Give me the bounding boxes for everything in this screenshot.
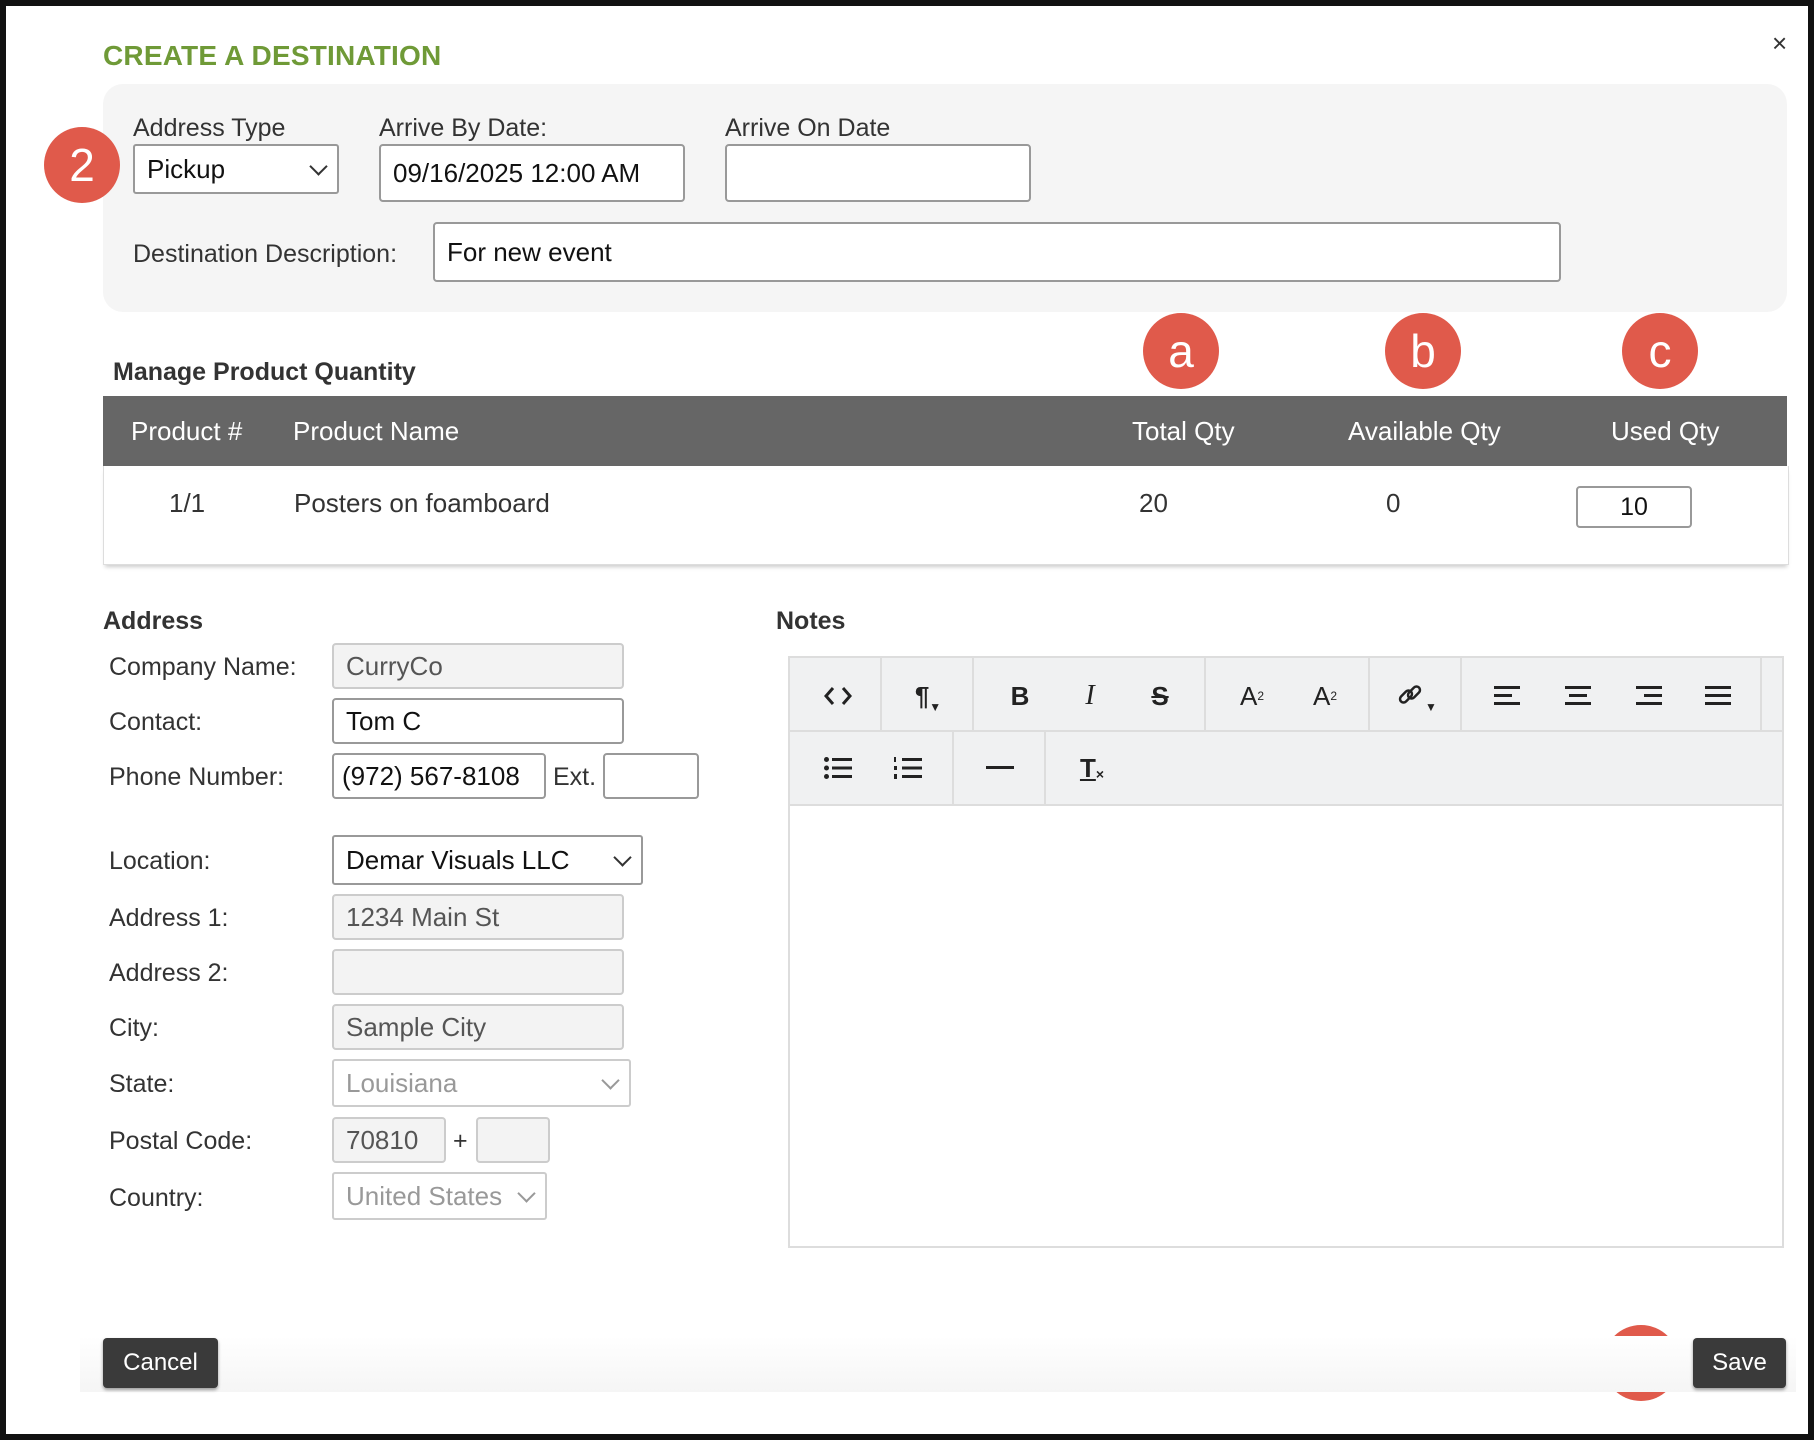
phone-field[interactable]: (972) 567-8108 xyxy=(332,753,546,799)
horizontal-rule-icon[interactable] xyxy=(970,738,1030,798)
column-header: Product # xyxy=(131,416,243,446)
column-header: Available Qty xyxy=(1348,416,1501,446)
location-label: Location: xyxy=(109,847,211,875)
country-select[interactable]: United States xyxy=(332,1172,547,1220)
toolbar-divider xyxy=(1044,732,1046,804)
total-qty-cell: 20 xyxy=(1139,488,1168,518)
toolbar-divider xyxy=(1460,658,1462,730)
toolbar-divider xyxy=(1760,658,1762,730)
product-table-header: Product # Product Name Total Qty Availab… xyxy=(103,396,1787,466)
location-select[interactable]: Demar Visuals LLC xyxy=(332,835,643,885)
address-type-value: Pickup xyxy=(147,153,226,184)
chevron-down-icon xyxy=(601,1070,620,1090)
clear-formatting-icon[interactable]: T × xyxy=(1062,738,1122,798)
available-qty-cell: 0 xyxy=(1386,488,1401,518)
ext-field[interactable] xyxy=(603,753,699,799)
state-label: State: xyxy=(109,1070,175,1098)
company-name-field[interactable]: CurryCo xyxy=(332,643,624,689)
country-value: United States xyxy=(346,1180,503,1211)
product-section-title: Manage Product Quantity xyxy=(113,358,416,386)
postal-code-field[interactable]: 70810 xyxy=(332,1117,446,1163)
strikethrough-icon[interactable]: S xyxy=(1130,666,1190,726)
chevron-down-icon xyxy=(517,1183,536,1203)
callout-badge-2: 2 xyxy=(44,127,120,203)
location-value: Demar Visuals LLC xyxy=(346,844,570,875)
used-qty-input[interactable]: 10 xyxy=(1576,486,1692,528)
toolbar-row-divider xyxy=(790,730,1782,732)
contact-label: Contact: xyxy=(109,708,203,736)
postal-code-label: Postal Code: xyxy=(109,1127,253,1155)
table-row: 1/1 Posters on foamboard 20 0 10 xyxy=(103,466,1789,565)
save-button[interactable]: Save xyxy=(1693,1338,1786,1388)
align-justify-icon[interactable] xyxy=(1688,666,1748,726)
bold-icon[interactable]: B xyxy=(990,666,1050,726)
description-input[interactable]: For new event xyxy=(433,222,1561,282)
toolbar-divider xyxy=(972,658,974,730)
align-right-icon[interactable] xyxy=(1618,666,1678,726)
toolbar-divider xyxy=(1368,658,1370,730)
address-type-select[interactable]: Pickup xyxy=(133,144,339,194)
column-header: Total Qty xyxy=(1132,416,1235,446)
numbered-list-icon[interactable] xyxy=(878,738,938,798)
country-label: Country: xyxy=(109,1184,204,1212)
notes-content-area[interactable] xyxy=(790,806,1782,1246)
address1-field[interactable]: 1234 Main St xyxy=(332,894,624,940)
notes-editor: ¶ ▼ B I S A2 A2 ▼ T × xyxy=(788,656,1784,1248)
dialog: CREATE A DESTINATION × Address Type Pick… xyxy=(0,0,1814,1440)
dialog-title: CREATE A DESTINATION xyxy=(103,40,442,71)
state-value: Louisiana xyxy=(346,1067,458,1098)
city-label: City: xyxy=(109,1014,159,1042)
superscript-icon[interactable]: A2 xyxy=(1222,666,1282,726)
toolbar-divider xyxy=(880,658,882,730)
address2-field[interactable] xyxy=(332,949,624,995)
column-header: Used Qty xyxy=(1611,416,1720,446)
notes-section-title: Notes xyxy=(776,607,846,635)
postal-ext-field[interactable] xyxy=(476,1117,550,1163)
bullet-list-icon[interactable] xyxy=(808,738,868,798)
arrive-on-input[interactable] xyxy=(725,144,1031,202)
paragraph-format-icon[interactable]: ¶ ▼ xyxy=(898,666,958,726)
subscript-icon[interactable]: A2 xyxy=(1295,666,1355,726)
callout-badge-c: c xyxy=(1622,313,1698,389)
arrive-on-label: Arrive On Date xyxy=(725,114,891,142)
product-name-cell: Posters on foamboard xyxy=(294,488,550,518)
arrive-by-input[interactable]: 09/16/2025 12:00 AM xyxy=(379,144,685,202)
contact-field[interactable]: Tom C xyxy=(332,698,624,744)
dialog-footer xyxy=(80,1336,1796,1392)
company-name-label: Company Name: xyxy=(109,653,297,681)
italic-icon[interactable]: I xyxy=(1060,666,1120,726)
state-select[interactable]: Louisiana xyxy=(332,1059,631,1107)
callout-badge-a: a xyxy=(1143,313,1219,389)
chevron-down-icon xyxy=(613,847,632,867)
postal-plus-label: + xyxy=(453,1127,468,1155)
close-icon[interactable]: × xyxy=(1772,28,1787,59)
callout-badge-b: b xyxy=(1385,313,1461,389)
arrive-by-label: Arrive By Date: xyxy=(379,114,548,142)
column-header: Product Name xyxy=(293,416,460,446)
address-section-title: Address xyxy=(103,607,204,635)
editor-toolbar: ¶ ▼ B I S A2 A2 ▼ T × xyxy=(790,658,1782,806)
link-icon[interactable]: ▼ xyxy=(1386,666,1446,726)
product-number-cell: 1/1 xyxy=(169,488,206,518)
description-label: Destination Description: xyxy=(133,240,398,268)
toolbar-divider xyxy=(1204,658,1206,730)
align-left-icon[interactable] xyxy=(1478,666,1538,726)
address2-label: Address 2: xyxy=(109,959,229,987)
code-view-icon[interactable] xyxy=(808,666,868,726)
toolbar-divider xyxy=(952,732,954,804)
cancel-button[interactable]: Cancel xyxy=(103,1338,218,1388)
ext-label: Ext. xyxy=(553,763,597,791)
align-center-icon[interactable] xyxy=(1548,666,1608,726)
phone-label: Phone Number: xyxy=(109,763,285,791)
city-field[interactable]: Sample City xyxy=(332,1004,624,1050)
chevron-down-icon xyxy=(309,156,328,176)
address-type-label: Address Type xyxy=(133,114,286,142)
address1-label: Address 1: xyxy=(109,904,229,932)
